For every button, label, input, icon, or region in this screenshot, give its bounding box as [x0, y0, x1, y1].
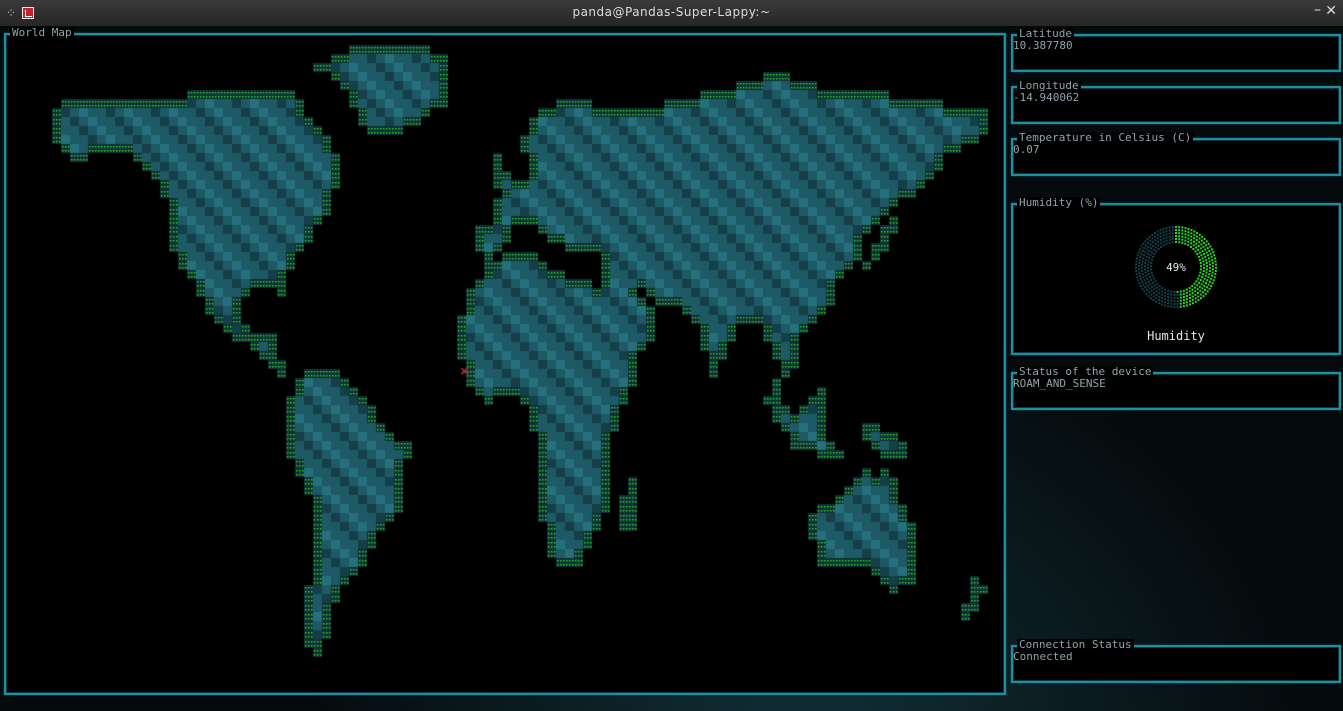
humidity-gauge-value: 49%: [1166, 261, 1186, 274]
terminal-window: World Map Latitude 10.387780 Longitude -…: [0, 26, 1343, 711]
longitude-value: -14.940062: [1013, 91, 1080, 104]
window-titlebar[interactable]: ⁘ panda@Pandas-Super-Lappy:~ – ✕: [0, 0, 1343, 27]
connection-value: Connected: [1013, 650, 1073, 663]
window-title: panda@Pandas-Super-Lappy:~: [572, 5, 771, 19]
humidity-donut-gauge: 49%: [1135, 226, 1217, 308]
temperature-label: Temperature in Celsius (C): [1017, 131, 1194, 144]
temperature-value: 0.07: [1013, 143, 1040, 156]
longitude-panel: Longitude -14.940062: [1011, 80, 1341, 124]
connection-panel: Connection Status Connected: [1011, 639, 1341, 683]
status-panel: Status of the device ROAM_AND_SENSE: [1011, 366, 1341, 410]
temperature-panel: Temperature in Celsius (C) 0.07: [1011, 132, 1341, 176]
minimize-button[interactable]: –: [1314, 2, 1321, 18]
world-map-panel: World Map: [4, 27, 1006, 695]
latitude-value: 10.387780: [1013, 39, 1073, 52]
humidity-label: Humidity (%): [1017, 196, 1101, 209]
status-value: ROAM_AND_SENSE: [1013, 377, 1106, 390]
latitude-panel: Latitude 10.387780: [1011, 28, 1341, 72]
humidity-panel: Humidity (%) 49% Humidity: [1011, 197, 1341, 355]
world-map-canvas: [7, 36, 1003, 692]
close-button[interactable]: ✕: [1325, 3, 1337, 19]
humidity-caption: Humidity: [1147, 329, 1205, 343]
